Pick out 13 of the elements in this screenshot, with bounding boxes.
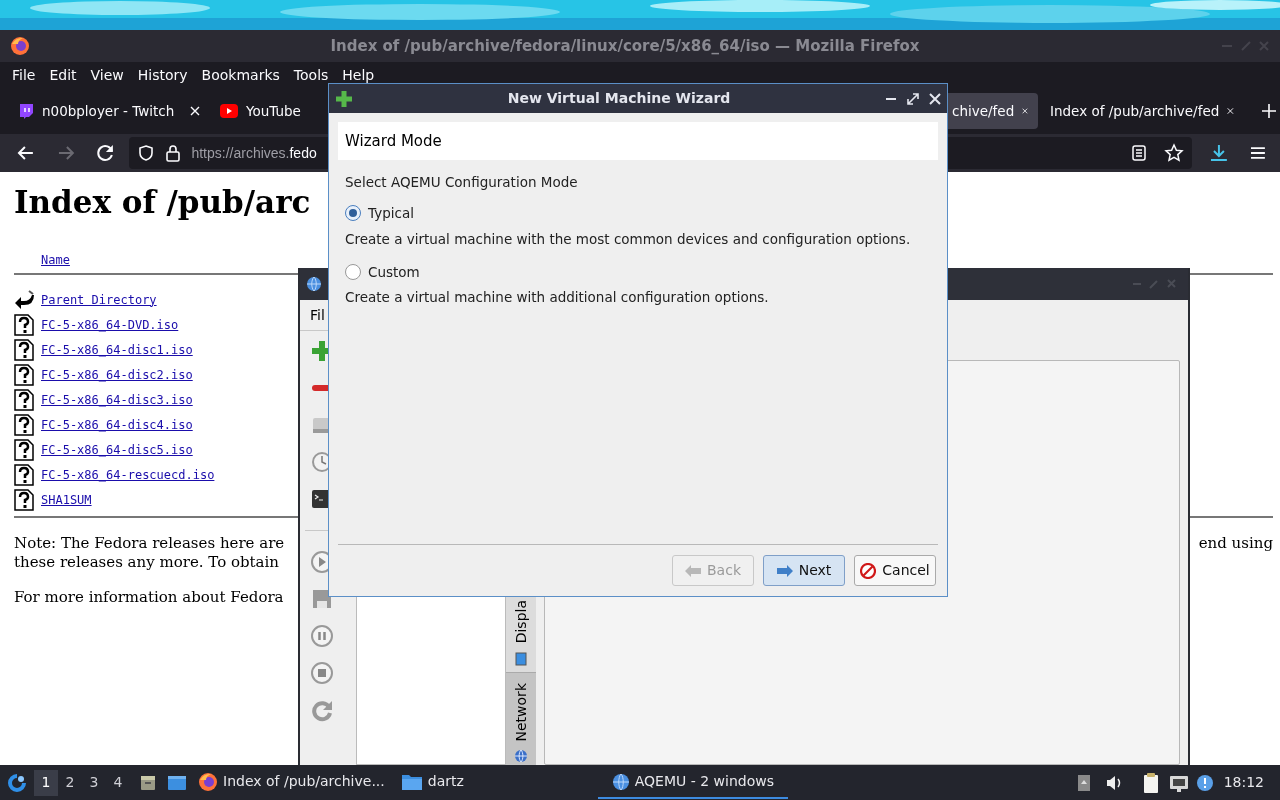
prompt-text: Select AQEMU Configuration Mode xyxy=(344,173,579,192)
note-text: Note: The Fedora releases here are xyxy=(14,534,285,553)
note-text: these releases any more. To obtain xyxy=(14,553,279,571)
option-description: Create a virtual machine with the most common devices and configuration options. xyxy=(345,229,912,249)
url-text: https://archives.fedo xyxy=(191,143,317,163)
clock-text: 18:12 xyxy=(1223,773,1264,792)
option-description: Create a virtual machine with additional configuration options. xyxy=(345,288,770,307)
info-text: For more information about Fedora xyxy=(14,588,284,606)
dialog-title: New Virtual Machine Wizard xyxy=(506,89,732,108)
window-title: Index of /pub/archive/fedora/linux/core/5/x86_64/iso — Mozilla Firefox xyxy=(329,35,921,57)
note-text: end using xyxy=(1198,534,1273,553)
page-title: Wizard Mode xyxy=(345,130,442,152)
page-heading: Index of /pub/arc xyxy=(14,183,312,222)
